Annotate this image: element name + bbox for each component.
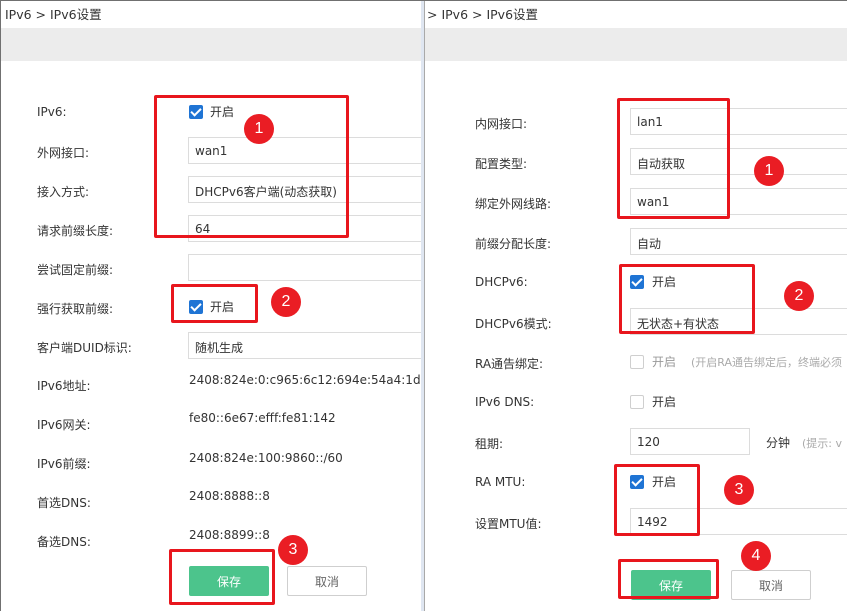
annotation-box-3 bbox=[614, 464, 700, 536]
ipv6-dns-label: IPv6 DNS: bbox=[475, 395, 535, 409]
annotation-badge-1: 1 bbox=[244, 114, 274, 144]
ra-bind-label: RA通告绑定: bbox=[475, 357, 544, 371]
header-band bbox=[425, 28, 847, 61]
wan-interface-label: 外网接口: bbox=[37, 146, 90, 160]
prefix-length-label: 请求前缀长度: bbox=[37, 224, 114, 238]
primary-dns-label: 首选DNS: bbox=[37, 496, 91, 510]
cancel-button[interactable]: 取消 bbox=[731, 570, 811, 600]
prefix-assign-label: 前缀分配长度: bbox=[475, 237, 552, 251]
lease-unit: 分钟 bbox=[766, 436, 791, 450]
lan-interface-label: 内网接口: bbox=[475, 117, 528, 131]
dhcpv6-mode-label: DHCPv6模式: bbox=[475, 317, 552, 331]
dhcpv6-label: DHCPv6: bbox=[475, 275, 528, 289]
ra-bind-checkbox[interactable] bbox=[630, 355, 644, 369]
ipv6-address-label: IPv6地址: bbox=[37, 379, 91, 393]
lease-hint: (提示: v bbox=[802, 437, 843, 450]
header-band bbox=[1, 28, 421, 61]
bind-wan-label: 绑定外网线路: bbox=[475, 197, 552, 211]
duid-select[interactable]: 随机生成 bbox=[188, 332, 421, 359]
secondary-dns-label: 备选DNS: bbox=[37, 535, 91, 549]
annotation-badge-4: 4 bbox=[741, 541, 771, 571]
ipv6-prefix-value: 2408:824e:100:9860::/60 bbox=[189, 451, 343, 465]
right-ipv6-lan-panel: > IPv6 > IPv6设置 内网接口: lan1 配置类型: 自动获取 绑定… bbox=[424, 1, 847, 611]
config-type-label: 配置类型: bbox=[475, 157, 528, 171]
fixed-prefix-label: 尝试固定前缀: bbox=[37, 263, 114, 277]
ra-mtu-label: RA MTU: bbox=[475, 475, 526, 489]
annotation-box-4 bbox=[618, 559, 719, 599]
secondary-dns-value: 2408:8899::8 bbox=[189, 528, 270, 542]
primary-dns-value: 2408:8888::8 bbox=[189, 489, 270, 503]
duid-label: 客户端DUID标识: bbox=[37, 341, 132, 355]
cancel-button[interactable]: 取消 bbox=[287, 566, 367, 596]
annotation-box-2 bbox=[171, 284, 258, 323]
annotation-badge-2: 2 bbox=[784, 281, 814, 311]
annotation-badge-3: 3 bbox=[724, 475, 754, 505]
screenshot-composite: IPv6 > IPv6设置 IPv6: 开启 外网接口: wan1 接入方式: … bbox=[0, 0, 847, 611]
lease-label: 租期: bbox=[475, 437, 504, 451]
annotation-badge-1: 1 bbox=[754, 156, 784, 186]
annotation-badge-3: 3 bbox=[278, 535, 308, 565]
ipv6-label: IPv6: bbox=[37, 105, 67, 119]
annotation-box-3 bbox=[169, 549, 275, 605]
left-ipv6-wan-panel: IPv6 > IPv6设置 IPv6: 开启 外网接口: wan1 接入方式: … bbox=[1, 1, 421, 611]
ipv6-gateway-value: fe80::6e67:efff:fe81:142 bbox=[189, 411, 336, 425]
ipv6-prefix-label: IPv6前缀: bbox=[37, 457, 91, 471]
ipv6-dns-checkbox[interactable] bbox=[630, 395, 644, 409]
ipv6-gateway-label: IPv6网关: bbox=[37, 418, 91, 432]
ra-bind-text: 开启 bbox=[652, 355, 677, 369]
ra-bind-hint: (开启RA通告绑定后，终端必须 bbox=[691, 356, 843, 369]
annotation-badge-2: 2 bbox=[271, 287, 301, 317]
mtu-value-label: 设置MTU值: bbox=[475, 517, 542, 531]
annotation-box-2 bbox=[619, 264, 755, 334]
breadcrumb: IPv6 > IPv6设置 bbox=[5, 7, 102, 22]
ipv6-dns-text: 开启 bbox=[652, 395, 677, 409]
breadcrumb: > IPv6 > IPv6设置 bbox=[427, 7, 539, 22]
fixed-prefix-input[interactable] bbox=[188, 254, 421, 281]
annotation-box-1 bbox=[617, 98, 730, 219]
lease-input[interactable]: 120 bbox=[630, 428, 750, 455]
force-prefix-label: 强行获取前缀: bbox=[37, 302, 114, 316]
prefix-assign-select[interactable]: 自动 bbox=[630, 228, 847, 255]
ipv6-address-value: 2408:824e:0:c965:6c12:694e:54a4:1da9/64 bbox=[189, 373, 421, 387]
access-mode-label: 接入方式: bbox=[37, 185, 90, 199]
